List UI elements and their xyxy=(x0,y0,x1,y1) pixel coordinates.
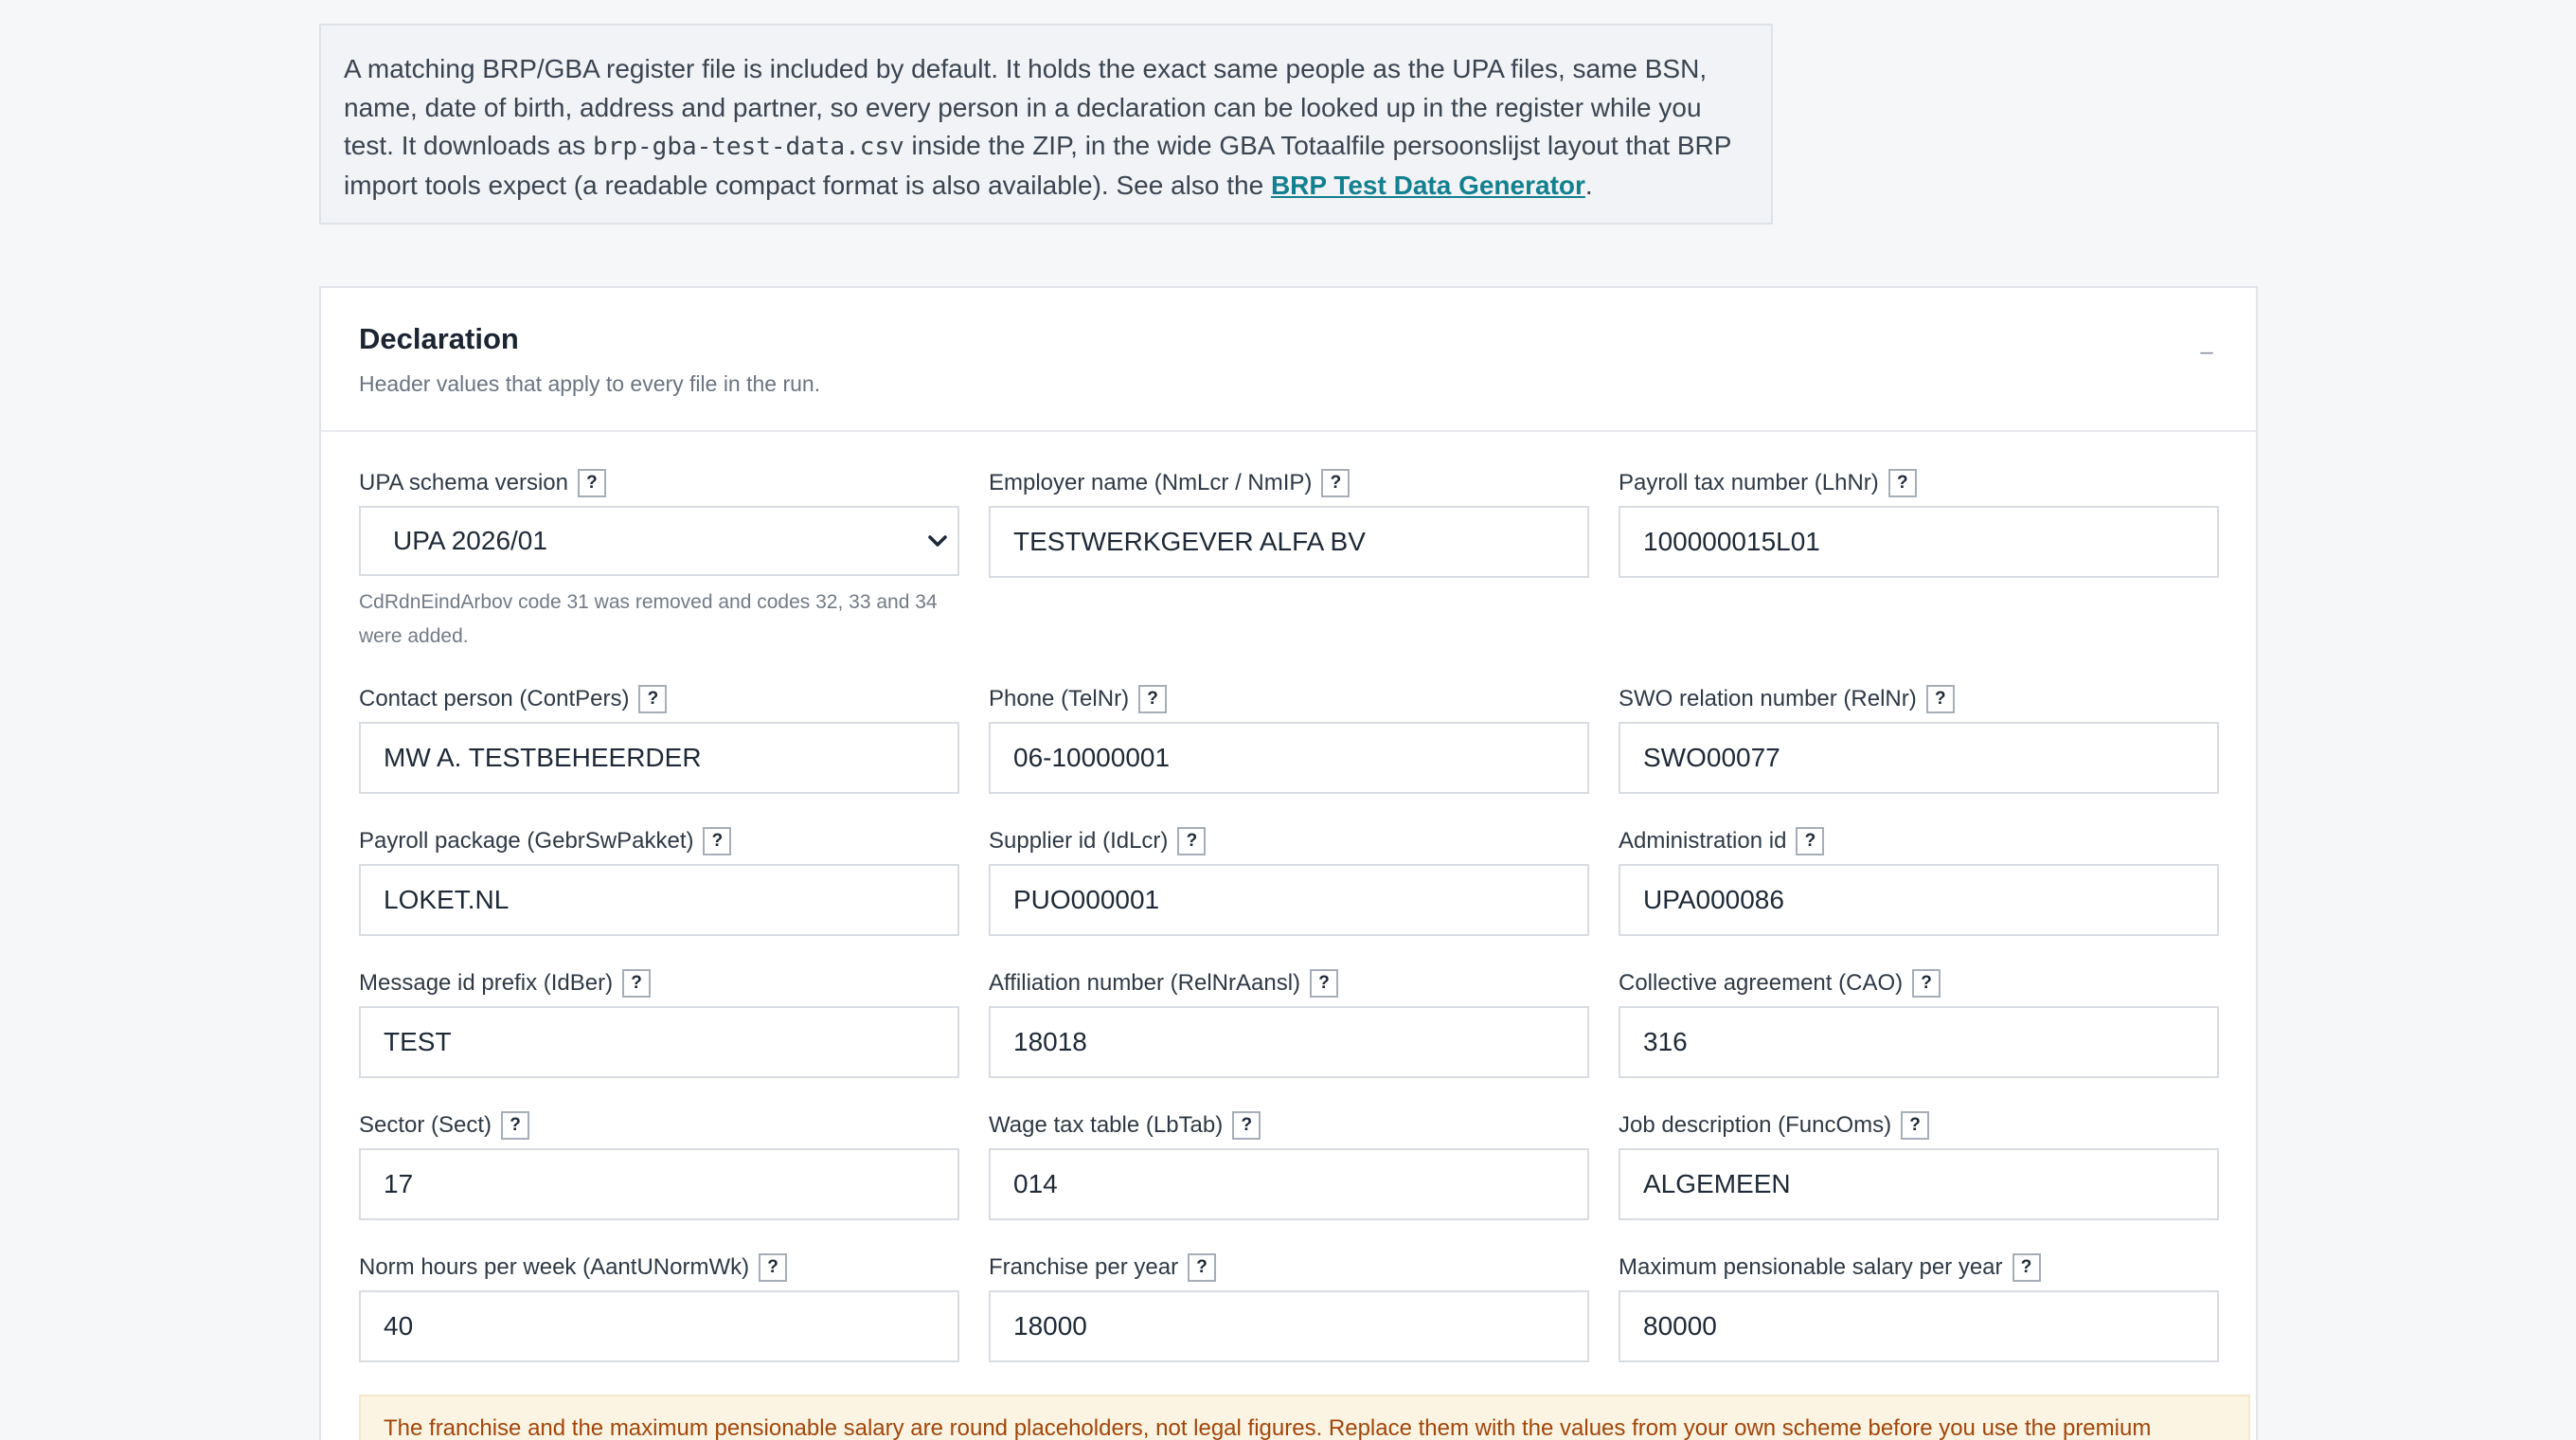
message-id-prefix-label: Message id prefix (IdBer) xyxy=(359,970,614,996)
help-button[interactable]: ? xyxy=(622,969,652,998)
field-affiliation-number: Affiliation number (RelNrAansl)? xyxy=(989,968,1589,1078)
help-button[interactable]: ? xyxy=(1321,469,1351,497)
collapse-button[interactable]: – xyxy=(2195,341,2218,364)
field-swo-relation-number: SWO relation number (RelNr)? xyxy=(1619,684,2219,794)
help-button[interactable]: ? xyxy=(703,827,732,855)
field-wage-tax-table: Wage tax table (LbTab)? xyxy=(989,1110,1589,1220)
employer-name-input[interactable] xyxy=(989,506,1589,578)
wage-tax-table-input[interactable] xyxy=(989,1148,1589,1220)
job-description-label: Job description (FuncOms) xyxy=(1619,1112,1892,1138)
field-norm-hours: Norm hours per week (AantUNormWk)? xyxy=(359,1252,959,1362)
wage-tax-table-label: Wage tax table (LbTab) xyxy=(989,1112,1224,1138)
sector-input[interactable] xyxy=(359,1148,959,1220)
help-button[interactable]: ? xyxy=(1310,969,1339,998)
swo-relation-number-input[interactable] xyxy=(1619,722,2219,794)
field-franchise: Franchise per year? xyxy=(989,1252,1589,1362)
field-message-id-prefix: Message id prefix (IdBer)? xyxy=(359,968,959,1078)
help-button[interactable]: ? xyxy=(1232,1111,1261,1140)
swo-relation-number-label: SWO relation number (RelNr) xyxy=(1619,686,1917,711)
field-contact-person: Contact person (ContPers)? xyxy=(359,684,959,794)
norm-hours-label: Norm hours per week (AantUNormWk) xyxy=(359,1254,750,1280)
franchise-input[interactable] xyxy=(989,1290,1589,1362)
supplier-id-input[interactable] xyxy=(989,864,1589,936)
field-job-description: Job description (FuncOms)? xyxy=(1619,1110,2219,1220)
help-button[interactable]: ? xyxy=(1188,1253,1217,1282)
info-text-end: . xyxy=(1584,170,1593,200)
field-payroll-tax-number: Payroll tax number (LhNr)? xyxy=(1619,468,2219,578)
help-button[interactable]: ? xyxy=(1796,827,1825,855)
contact-person-label: Contact person (ContPers) xyxy=(359,686,630,711)
job-description-input[interactable] xyxy=(1619,1148,2219,1220)
field-sector: Sector (Sect)? xyxy=(359,1110,959,1220)
employer-name-label: Employer name (NmLcr / NmIP) xyxy=(989,470,1313,495)
panel-header: Declaration Header values that apply to … xyxy=(321,288,2256,432)
help-button[interactable]: ? xyxy=(1901,1111,1930,1140)
help-button[interactable]: ? xyxy=(501,1111,530,1140)
declaration-panel: Declaration Header values that apply to … xyxy=(319,286,2258,1440)
payroll-tax-number-input[interactable] xyxy=(1619,506,2219,578)
help-button[interactable]: ? xyxy=(1138,685,1168,713)
payroll-package-input[interactable] xyxy=(359,864,959,936)
payroll-package-label: Payroll package (GebrSwPakket) xyxy=(359,828,694,854)
help-button[interactable]: ? xyxy=(1887,469,1917,497)
administration-id-label: Administration id xyxy=(1619,828,1787,854)
field-schema-version: UPA schema version? UPA 2026/01 CdRdnEin… xyxy=(359,468,959,654)
help-button[interactable]: ? xyxy=(638,685,668,713)
field-phone: Phone (TelNr)? xyxy=(989,684,1589,794)
norm-hours-input[interactable] xyxy=(359,1290,959,1362)
field-administration-id: Administration id? xyxy=(1619,826,2219,936)
chevron-down-icon xyxy=(928,535,947,547)
brp-info-box: A matching BRP/GBA register file is incl… xyxy=(319,24,1773,225)
collective-agreement-input[interactable] xyxy=(1619,1006,2219,1078)
field-collective-agreement: Collective agreement (CAO)? xyxy=(1619,968,2219,1078)
panel-subtitle: Header values that apply to every file i… xyxy=(359,371,821,396)
collective-agreement-label: Collective agreement (CAO) xyxy=(1619,970,1904,996)
max-pensionable-salary-input[interactable] xyxy=(1619,1290,2219,1362)
field-max-pensionable-salary: Maximum pensionable salary per year? xyxy=(1619,1252,2219,1362)
payroll-tax-number-label: Payroll tax number (LhNr) xyxy=(1619,470,1879,495)
contact-person-input[interactable] xyxy=(359,722,959,794)
sector-label: Sector (Sect) xyxy=(359,1112,492,1138)
panel-title: Declaration xyxy=(359,322,519,355)
field-supplier-id: Supplier id (IdLcr)? xyxy=(989,826,1589,936)
schema-version-value: UPA 2026/01 xyxy=(393,526,547,555)
help-button[interactable]: ? xyxy=(1912,969,1941,998)
phone-input[interactable] xyxy=(989,722,1589,794)
help-button[interactable]: ? xyxy=(1177,827,1207,855)
info-filename: brp-gba-test-data.csv xyxy=(593,133,904,161)
field-employer-name: Employer name (NmLcr / NmIP)? xyxy=(989,468,1589,578)
affiliation-number-input[interactable] xyxy=(989,1006,1589,1078)
field-payroll-package: Payroll package (GebrSwPakket)? xyxy=(359,826,959,936)
placeholder-warning: The franchise and the maximum pensionabl… xyxy=(359,1395,2250,1440)
help-button[interactable]: ? xyxy=(577,469,606,497)
help-button[interactable]: ? xyxy=(2012,1253,2041,1282)
brp-generator-link[interactable]: BRP Test Data Generator xyxy=(1271,171,1585,200)
schema-version-hint: CdRdnEindArbov code 31 was removed and c… xyxy=(359,591,938,647)
help-button[interactable]: ? xyxy=(1925,685,1955,713)
supplier-id-label: Supplier id (IdLcr) xyxy=(989,828,1169,854)
administration-id-input[interactable] xyxy=(1619,864,2219,936)
max-pensionable-salary-label: Maximum pensionable salary per year xyxy=(1619,1254,2003,1280)
schema-version-select[interactable]: UPA 2026/01 xyxy=(359,506,959,576)
franchise-label: Franchise per year xyxy=(989,1254,1179,1280)
schema-version-label: UPA schema version xyxy=(359,470,568,495)
message-id-prefix-input[interactable] xyxy=(359,1006,959,1078)
phone-label: Phone (TelNr) xyxy=(989,686,1130,711)
affiliation-number-label: Affiliation number (RelNrAansl) xyxy=(989,970,1301,996)
help-button[interactable]: ? xyxy=(759,1253,788,1282)
